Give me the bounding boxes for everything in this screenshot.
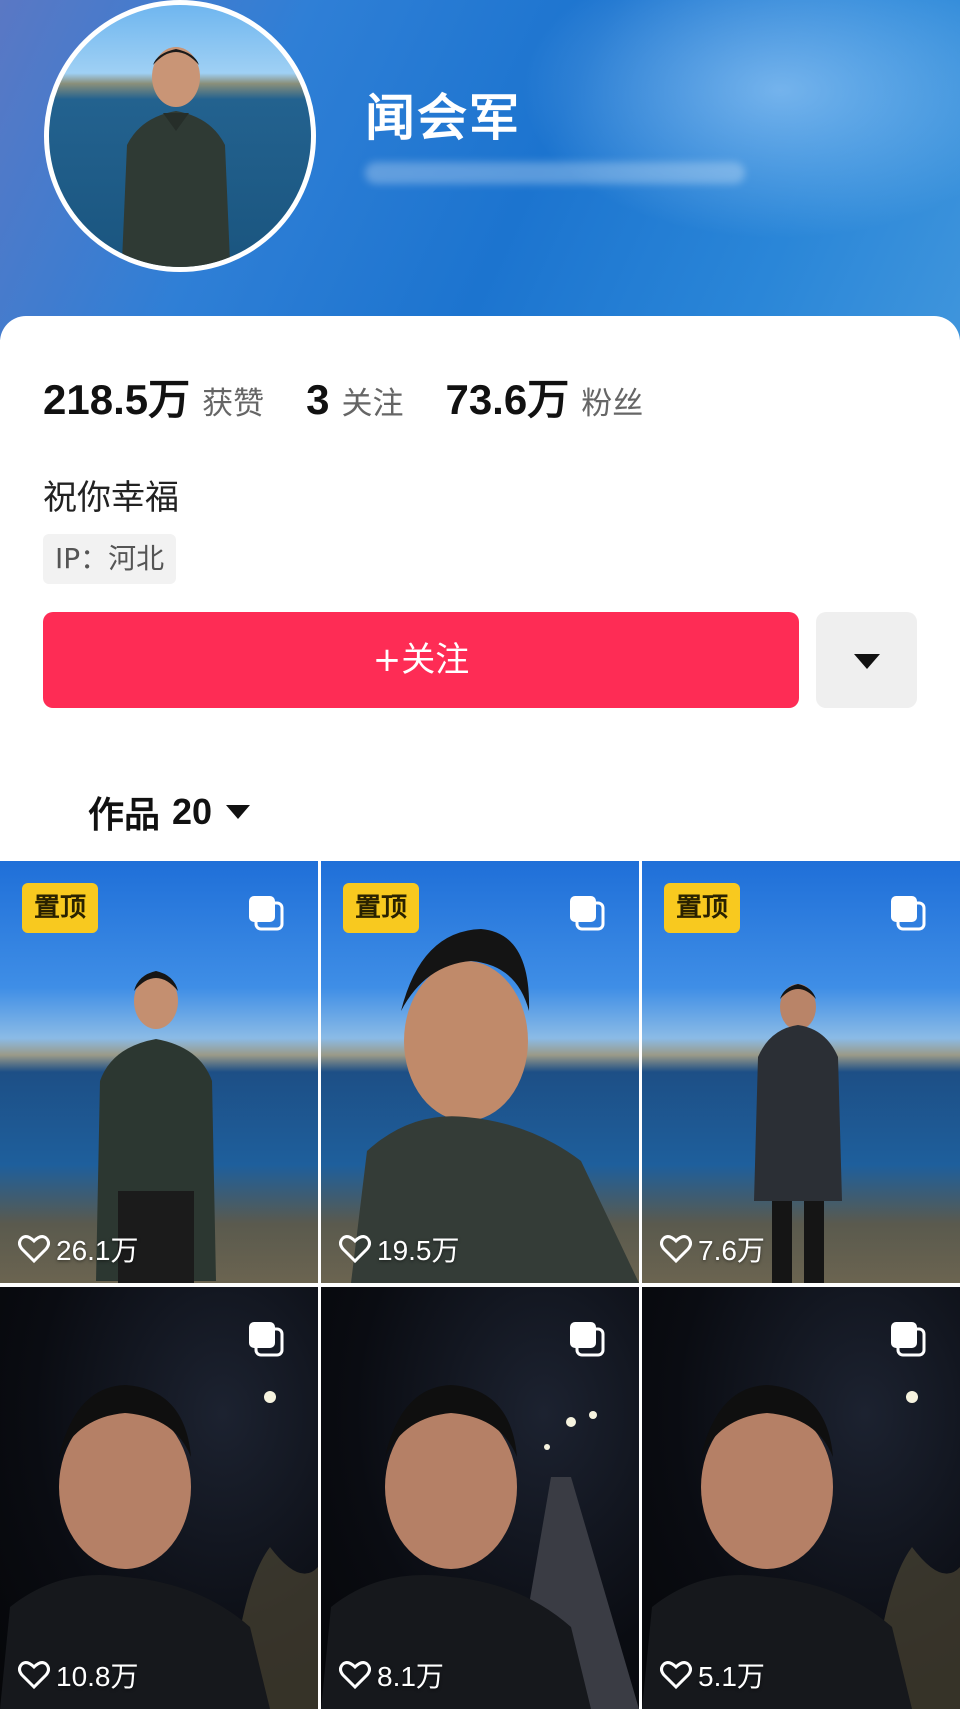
tab-works[interactable]: 作品 20: [88, 786, 251, 838]
video-like-count: 8.1万: [339, 1655, 444, 1695]
stat-following-label: 关注: [341, 386, 404, 422]
video-like-count: 19.5万: [339, 1229, 460, 1269]
multi-image-icon: [249, 896, 284, 931]
video-like-count-value: 7.6万: [698, 1235, 765, 1266]
multi-image-icon: [891, 1322, 926, 1357]
pinned-badge: 置顶: [22, 883, 99, 933]
ip-location-tag: IP：河北: [43, 534, 177, 584]
profile-bio: 祝你幸福: [43, 478, 179, 518]
video-grid: 置顶 26.1万 置顶 19.5万 置顶 7.6万 10.8万 8.1万 5.1万: [0, 861, 960, 1714]
video-like-count: 5.1万: [660, 1655, 765, 1695]
video-tile[interactable]: 置顶 19.5万: [321, 861, 639, 1283]
stat-followers-value: 73.6万: [445, 376, 570, 423]
stat-likes: 218.5万 获赞: [43, 366, 264, 427]
chevron-down-icon: [226, 805, 251, 819]
profile-name: 闻会军: [365, 89, 521, 147]
multi-image-icon: [570, 896, 605, 931]
stat-followers[interactable]: 73.6万 粉丝: [445, 366, 643, 427]
tab-works-count: 20: [172, 791, 213, 832]
heart-icon: [18, 1661, 50, 1690]
pinned-badge: 置顶: [664, 883, 741, 933]
video-tile[interactable]: 置顶 26.1万: [0, 861, 318, 1283]
stat-following[interactable]: 3 关注: [306, 376, 403, 424]
video-tile[interactable]: 5.1万: [642, 1287, 960, 1709]
video-like-count-value: 5.1万: [698, 1661, 765, 1692]
video-like-count: 7.6万: [660, 1229, 765, 1269]
video-like-count-value: 8.1万: [377, 1661, 444, 1692]
heart-icon: [660, 1661, 692, 1690]
heart-icon: [18, 1235, 50, 1264]
heart-icon: [339, 1235, 371, 1264]
avatar[interactable]: [44, 0, 316, 272]
caret-down-icon: [854, 654, 880, 669]
video-tile[interactable]: 8.1万: [321, 1287, 639, 1709]
multi-image-icon: [570, 1322, 605, 1357]
video-like-count-value: 26.1万: [56, 1235, 139, 1266]
more-options-button[interactable]: [816, 612, 917, 708]
blurred-account-id: [365, 162, 745, 184]
avatar-person-figure: [121, 47, 231, 267]
stat-likes-label: 获赞: [202, 386, 265, 422]
multi-image-icon: [891, 896, 926, 931]
heart-icon: [660, 1235, 692, 1264]
heart-icon: [339, 1661, 371, 1690]
header-glow: [520, 0, 960, 240]
video-tile[interactable]: 置顶 7.6万: [642, 861, 960, 1283]
stat-following-value: 3: [306, 376, 330, 423]
video-tile[interactable]: 10.8万: [0, 1287, 318, 1709]
video-like-count-value: 19.5万: [377, 1235, 460, 1266]
multi-image-icon: [249, 1322, 284, 1357]
profile-stats: 218.5万 获赞 3 关注 73.6万 粉丝: [43, 366, 685, 427]
video-like-count: 10.8万: [18, 1655, 139, 1695]
video-like-count: 26.1万: [18, 1229, 139, 1269]
profile-header: 闻会军: [0, 0, 960, 340]
pinned-badge: 置顶: [343, 883, 420, 933]
stat-likes-value: 218.5万: [43, 376, 191, 423]
stat-followers-label: 粉丝: [581, 386, 644, 422]
tab-works-label: 作品: [88, 795, 161, 836]
follow-button[interactable]: +关注: [43, 612, 799, 708]
video-like-count-value: 10.8万: [56, 1661, 139, 1692]
